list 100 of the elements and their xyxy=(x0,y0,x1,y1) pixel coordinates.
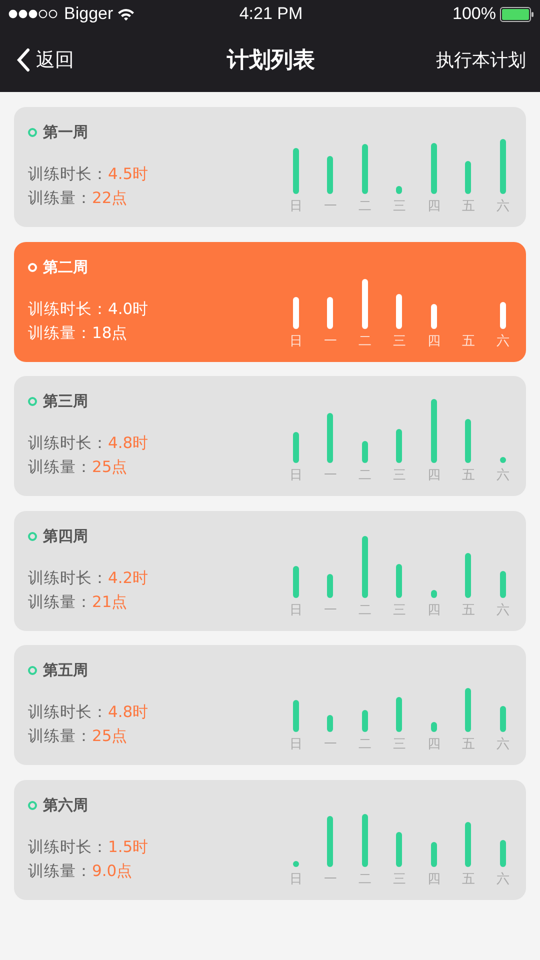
status-time: 4:21 PM xyxy=(239,4,303,24)
day-bar xyxy=(396,832,402,866)
execute-plan-button[interactable]: 执行本计划 xyxy=(406,48,526,72)
day-label: 六 xyxy=(496,468,510,484)
duration-value: 4.8时 xyxy=(108,434,149,452)
volume-label: 训练量： xyxy=(28,592,92,610)
volume-value: 21点 xyxy=(92,592,128,610)
day-bar xyxy=(430,142,437,194)
week-card[interactable]: 第三周 训练时长：4.8时 训练量：25点 日 一 二 三 四 五 六 xyxy=(14,376,526,496)
week-card[interactable]: 第四周 训练时长：4.2时 训练量：21点 日 一 二 三 四 五 六 xyxy=(14,510,526,630)
day-label: 一 xyxy=(324,334,337,350)
day-label: 二 xyxy=(358,872,372,888)
page-title: 计划列表 xyxy=(227,47,315,75)
day-label: 六 xyxy=(496,872,510,888)
day-bar xyxy=(292,296,299,328)
day-label: 六 xyxy=(496,199,510,215)
duration-value: 4.0时 xyxy=(108,300,149,318)
volume-label: 训练量： xyxy=(28,458,92,476)
day-label: 五 xyxy=(462,468,475,484)
day-label: 二 xyxy=(358,199,372,215)
duration-label: 训练时长： xyxy=(28,300,108,318)
day-bar xyxy=(500,138,506,194)
duration-label: 训练时长： xyxy=(28,703,108,721)
day-bar xyxy=(465,553,472,598)
day-bar xyxy=(500,457,506,463)
day-label: 日 xyxy=(289,334,302,350)
day-label: 三 xyxy=(392,737,406,753)
week-title: 第六周 xyxy=(43,796,88,814)
day-bar xyxy=(396,564,402,598)
duration-label: 训练时长： xyxy=(28,838,108,856)
duration-label: 训练时长： xyxy=(28,568,108,586)
volume-label: 训练量： xyxy=(28,862,92,880)
volume-label: 训练量： xyxy=(28,324,92,342)
day-label: 一 xyxy=(324,468,337,484)
week-title: 第三周 xyxy=(43,392,88,411)
day-bar xyxy=(430,590,437,598)
ring-icon xyxy=(28,800,37,810)
day-label: 二 xyxy=(358,334,372,350)
ring-icon xyxy=(28,128,37,137)
day-bar xyxy=(362,144,368,194)
day-label: 日 xyxy=(289,872,302,888)
week-card[interactable]: 第一周 训练时长：4.5时 训练量：22点 日 一 二 三 四 五 六 xyxy=(14,107,526,227)
day-label: 四 xyxy=(427,334,440,350)
day-bar xyxy=(362,441,368,463)
day-bar xyxy=(362,710,368,732)
day-label: 三 xyxy=(392,199,406,215)
week-title: 第五周 xyxy=(43,661,88,680)
battery-percent: 100% xyxy=(452,4,496,24)
day-label: 一 xyxy=(324,872,337,888)
day-label: 四 xyxy=(427,737,440,753)
day-label: 五 xyxy=(462,334,475,350)
signal-icon xyxy=(8,9,60,19)
day-bar xyxy=(362,814,368,866)
day-label: 三 xyxy=(392,334,406,350)
day-bar xyxy=(362,536,368,598)
day-label: 五 xyxy=(462,737,475,753)
day-bar xyxy=(465,688,472,732)
day-label: 六 xyxy=(496,737,510,753)
day-label: 三 xyxy=(392,468,406,484)
week-title: 第四周 xyxy=(43,526,88,546)
day-label: 五 xyxy=(462,602,475,618)
ring-icon xyxy=(28,532,37,540)
day-bar xyxy=(362,278,368,328)
ring-icon xyxy=(28,666,37,675)
day-bar xyxy=(500,840,506,866)
carrier-name: Bigger xyxy=(64,4,114,24)
duration-value: 1.5时 xyxy=(108,838,149,856)
day-bar xyxy=(292,860,299,866)
volume-value: 25点 xyxy=(92,727,128,745)
day-bar xyxy=(500,571,506,598)
day-bar xyxy=(292,148,299,194)
battery-icon xyxy=(500,6,534,22)
back-button[interactable]: 返回 xyxy=(16,47,136,73)
day-bar xyxy=(465,822,472,866)
volume-value: 22点 xyxy=(92,189,128,207)
day-label: 四 xyxy=(427,872,440,888)
duration-value: 4.8时 xyxy=(108,703,149,721)
day-bar xyxy=(396,294,402,328)
duration-value: 4.2时 xyxy=(108,568,149,586)
day-bar xyxy=(430,399,437,463)
day-bar xyxy=(396,186,402,194)
volume-value: 9.0点 xyxy=(92,862,133,880)
day-label: 日 xyxy=(289,602,302,618)
day-bar xyxy=(430,722,437,732)
volume-value: 18点 xyxy=(92,324,128,342)
week-title: 第一周 xyxy=(43,123,88,142)
day-bar xyxy=(430,842,437,866)
week-card[interactable]: 第六周 训练时长：1.5时 训练量：9.0点 日 一 二 三 四 五 六 xyxy=(14,780,526,900)
day-label: 四 xyxy=(427,468,440,484)
chevron-left-icon xyxy=(16,48,30,72)
day-label: 一 xyxy=(324,602,337,618)
day-label: 六 xyxy=(496,602,510,618)
day-label: 六 xyxy=(496,334,510,350)
day-label: 一 xyxy=(324,737,337,753)
duration-label: 训练时长： xyxy=(28,434,108,452)
week-card[interactable]: 第五周 训练时长：4.8时 训练量：25点 日 一 二 三 四 五 六 xyxy=(14,645,526,765)
day-label: 二 xyxy=(358,737,372,753)
day-bar xyxy=(327,574,334,598)
duration-value: 4.5时 xyxy=(108,165,149,183)
ring-icon xyxy=(28,262,37,272)
